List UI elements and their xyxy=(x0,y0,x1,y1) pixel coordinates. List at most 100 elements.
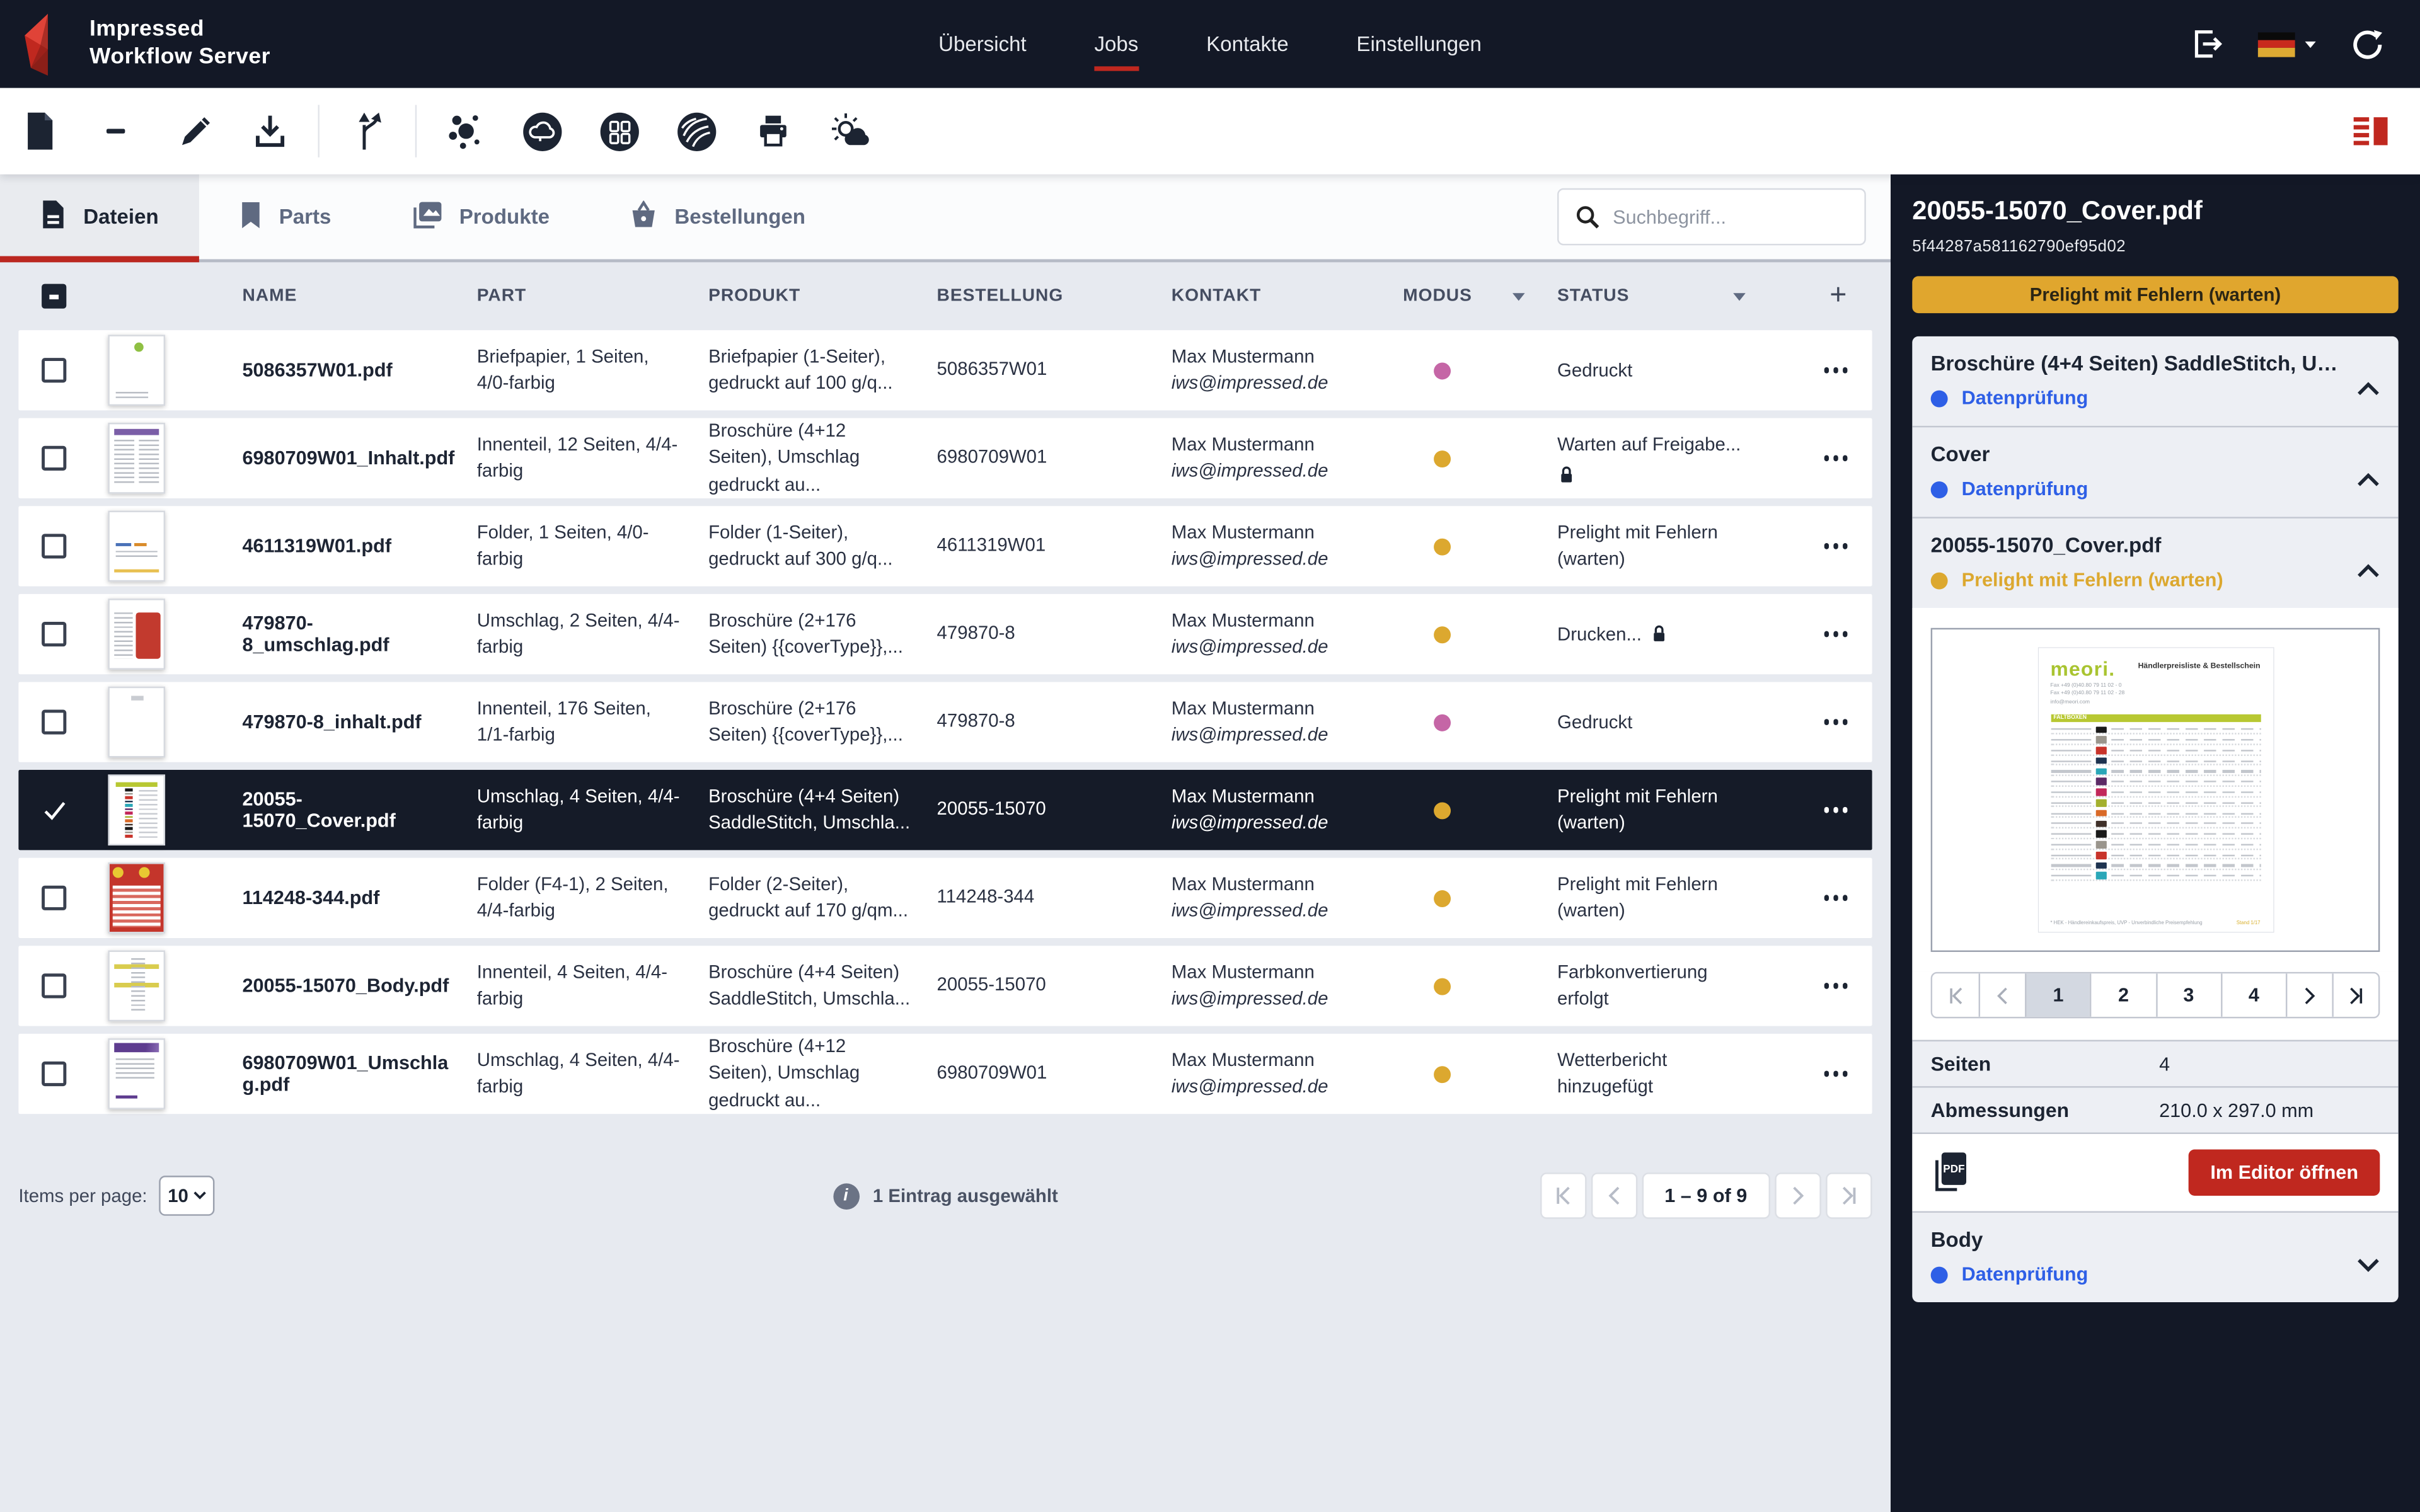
row-menu-button[interactable] xyxy=(1823,544,1872,549)
info-icon: i xyxy=(833,1183,859,1209)
section-toggle[interactable] xyxy=(2357,1253,2380,1281)
select-all-checkbox[interactable] xyxy=(42,284,66,309)
pencil-icon[interactable] xyxy=(154,100,231,162)
cloud-circle-icon[interactable] xyxy=(503,100,580,162)
search-input[interactable] xyxy=(1613,206,1829,227)
tab-parts[interactable]: Parts xyxy=(199,175,371,260)
items-per-page-select[interactable]: 10 xyxy=(159,1176,215,1216)
row-checkbox[interactable] xyxy=(42,1062,66,1086)
row-checkbox[interactable] xyxy=(42,534,66,558)
tab-produkte[interactable]: Produkte xyxy=(371,175,590,260)
accordion-section[interactable]: Cover Datenprüfung xyxy=(1912,426,2398,517)
table-row[interactable]: 20055-15070_Cover.pdf Umschlag, 4 Seiten… xyxy=(18,770,1872,850)
add-column-button[interactable]: + xyxy=(1829,279,1872,313)
row-menu-button[interactable] xyxy=(1823,1071,1872,1077)
row-menu-button[interactable] xyxy=(1823,719,1872,725)
column-header-name[interactable]: NAME xyxy=(242,287,476,306)
preview-prev-page-button[interactable] xyxy=(1979,973,2025,1017)
row-menu-button[interactable] xyxy=(1823,895,1872,901)
row-checkbox[interactable] xyxy=(42,973,66,998)
nav-item-einstellungen[interactable]: Einstellungen xyxy=(1356,23,1482,65)
table-row[interactable]: 20055-15070_Body.pdf Innenteil, 4 Seiten… xyxy=(18,946,1872,1026)
last-page-button[interactable] xyxy=(1826,1172,1872,1218)
chevron-up-icon[interactable] xyxy=(2357,381,2380,396)
row-menu-button[interactable] xyxy=(1823,807,1872,813)
prev-page-button[interactable] xyxy=(1591,1172,1637,1218)
cluster-icon[interactable] xyxy=(426,100,503,162)
row-checkbox[interactable] xyxy=(42,622,66,646)
pdf-file-icon[interactable]: PDF xyxy=(1931,1151,1971,1194)
sidebar-toggle-icon[interactable] xyxy=(2352,113,2392,150)
nav-item-übersicht[interactable]: Übersicht xyxy=(938,23,1027,65)
tab-dateien[interactable]: Dateien xyxy=(0,175,199,260)
preview-next-page-button[interactable] xyxy=(2286,973,2332,1017)
column-header-status[interactable]: STATUS xyxy=(1557,287,1773,306)
first-page-button[interactable] xyxy=(1540,1172,1586,1218)
document-icon[interactable] xyxy=(0,100,77,162)
file-thumbnail xyxy=(108,862,165,934)
accordion-section[interactable]: Broschüre (4+4 Seiten) SaddleStitch, Ums… xyxy=(1912,336,2398,426)
preview-page-1-button[interactable]: 1 xyxy=(2025,973,2090,1017)
row-checkbox[interactable] xyxy=(42,710,66,735)
weather-icon[interactable] xyxy=(812,100,889,162)
grid-circle-icon[interactable] xyxy=(580,100,657,162)
row-menu-button[interactable] xyxy=(1823,983,1872,989)
row-menu-button[interactable] xyxy=(1823,367,1872,373)
nav-item-jobs[interactable]: Jobs xyxy=(1094,23,1138,65)
row-menu-button[interactable] xyxy=(1823,631,1872,637)
preview-last-page-button[interactable] xyxy=(2332,973,2378,1017)
table-row[interactable]: 6980709W01_Inhalt.pdf Innenteil, 12 Seit… xyxy=(18,418,1872,498)
accordion-section[interactable]: Body Datenprüfung xyxy=(1912,1211,2398,1302)
row-checkbox[interactable] xyxy=(42,886,66,910)
column-header-produkt[interactable]: PRODUKT xyxy=(708,287,936,306)
section-toggle[interactable] xyxy=(2357,467,2380,495)
table-row[interactable]: 479870-8_umschlag.pdf Umschlag, 2 Seiten… xyxy=(18,594,1872,674)
row-checkbox[interactable] xyxy=(42,446,66,471)
cell-kontakt: Max Mustermanniws@impressed.de xyxy=(1172,343,1403,397)
preview-page-4-button[interactable]: 4 xyxy=(2220,973,2285,1017)
pdf-preview-image[interactable]: meori. Händlerpreisliste & Bestellschein… xyxy=(2038,648,2273,932)
preview-first-page-button[interactable] xyxy=(1932,973,1978,1017)
table-row[interactable]: 4611319W01.pdf Folder, 1 Seiten, 4/0-far… xyxy=(18,506,1872,586)
next-page-button[interactable] xyxy=(1775,1172,1821,1218)
app-logo[interactable]: Impressed Workflow Server xyxy=(0,11,494,76)
language-selector[interactable] xyxy=(2258,32,2319,56)
tab-bestellungen[interactable]: Bestellungen xyxy=(590,175,846,260)
section-toggle[interactable] xyxy=(2357,377,2380,404)
chevron-down-icon[interactable] xyxy=(2357,1257,2380,1273)
section-toggle[interactable] xyxy=(2357,559,2380,587)
split-arrows-icon[interactable] xyxy=(329,100,406,162)
column-header-kontakt[interactable]: KONTAKT xyxy=(1172,287,1403,306)
row-checkbox[interactable] xyxy=(42,358,66,382)
refresh-icon[interactable] xyxy=(2349,25,2386,62)
column-header-bestellung[interactable]: BESTELLUNG xyxy=(937,287,1172,306)
nav-item-kontakte[interactable]: Kontakte xyxy=(1206,23,1289,65)
section-title: 20055-15070_Cover.pdf xyxy=(1931,534,2380,557)
filter-caret-icon[interactable] xyxy=(1733,292,1746,300)
row-menu-button[interactable] xyxy=(1823,455,1872,461)
download-icon[interactable] xyxy=(231,100,308,162)
table-row[interactable]: 6980709W01_Umschlag.pdf Umschlag, 4 Seit… xyxy=(18,1034,1872,1114)
printer-icon[interactable] xyxy=(735,100,812,162)
chevron-up-icon[interactable] xyxy=(2357,472,2380,487)
table-row[interactable]: 114248-344.pdf Folder (F4-1), 2 Seiten, … xyxy=(18,858,1872,938)
cell-produkt: Broschüre (2+176 Seiten) {{coverType}},.… xyxy=(708,696,936,749)
row-checkbox[interactable] xyxy=(42,798,66,822)
column-header-modus[interactable]: MODUS xyxy=(1403,287,1557,306)
logout-icon[interactable] xyxy=(2189,25,2227,63)
table-row[interactable]: 479870-8_inhalt.pdf Innenteil, 176 Seite… xyxy=(18,682,1872,762)
table-row[interactable]: 5086357W01.pdf Briefpapier, 1 Seiten, 4/… xyxy=(18,330,1872,410)
preview-page-3-button[interactable]: 3 xyxy=(2155,973,2220,1017)
column-header-part[interactable]: PART xyxy=(477,287,708,306)
preview-page-2-button[interactable]: 2 xyxy=(2090,973,2155,1017)
filter-caret-icon[interactable] xyxy=(1512,292,1525,300)
accordion-section[interactable]: 20055-15070_Cover.pdf Prelight mit Fehle… xyxy=(1912,517,2398,607)
file-icon xyxy=(40,199,67,234)
minus-icon[interactable] xyxy=(77,100,154,162)
modus-status-dot xyxy=(1434,362,1451,379)
open-in-editor-button[interactable]: Im Editor öffnen xyxy=(2189,1149,2380,1195)
cell-kontakt: Max Mustermanniws@impressed.de xyxy=(1172,696,1403,749)
chevron-up-icon[interactable] xyxy=(2357,563,2380,578)
zebra-circle-icon[interactable] xyxy=(657,100,734,162)
detail-status-button[interactable]: Prelight mit Fehlern (warten) xyxy=(1912,276,2398,313)
